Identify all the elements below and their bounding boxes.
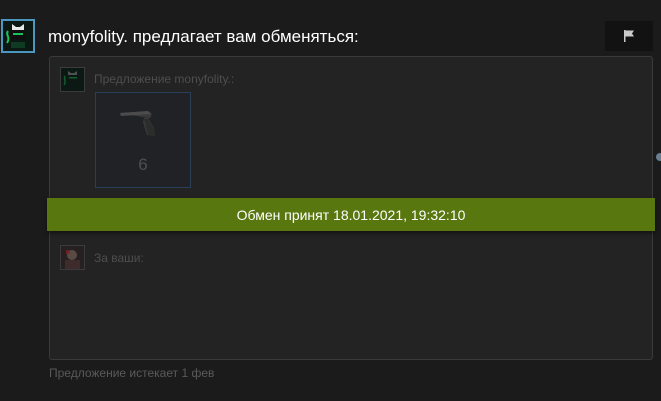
your-avatar[interactable] (60, 245, 85, 270)
trade-item[interactable]: 6 (95, 92, 191, 188)
pistol-icon (120, 111, 155, 136)
item-count: 6 (138, 155, 148, 174)
your-items-label: За ваши: (94, 251, 144, 265)
partner-small-avatar-image (61, 68, 84, 91)
flag-icon (624, 30, 634, 42)
report-button[interactable] (605, 21, 653, 51)
offer-expiration: Предложение истекает 1 фев (49, 366, 215, 380)
partner-avatar-image (3, 21, 33, 51)
partner-offer-label: Предложение monyfolity.: (94, 72, 235, 86)
trade-status-banner: Обмен принят 18.01.2021, 19:32:10 (47, 198, 655, 231)
scroll-indicator (656, 153, 661, 161)
trade-offer-title: monyfolity. предлагает вам обменяться: (48, 27, 359, 46)
partner-small-avatar[interactable] (60, 67, 85, 92)
partner-avatar[interactable] (1, 19, 35, 53)
your-avatar-image (61, 246, 84, 269)
